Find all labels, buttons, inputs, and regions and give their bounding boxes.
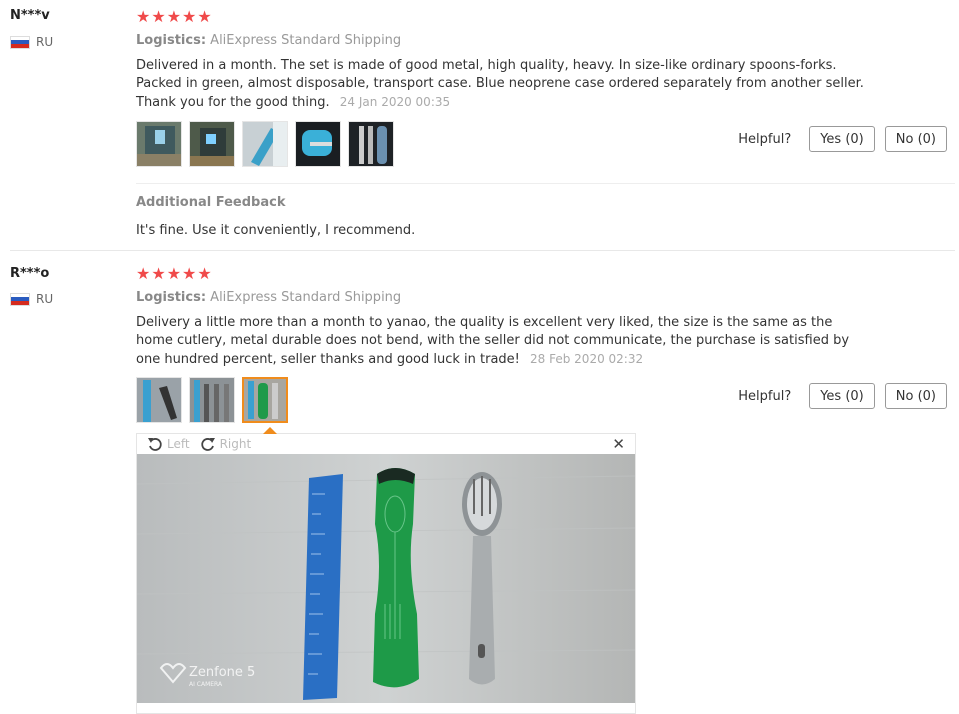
russia-flag-icon <box>10 292 30 306</box>
close-icon[interactable]: ✕ <box>612 435 625 453</box>
star-rating: ★★★★★ <box>136 7 213 26</box>
reviewer-name: N***v <box>10 8 50 23</box>
helpful-yes-button[interactable]: Yes (0) <box>809 126 875 152</box>
review-photos <box>136 377 288 423</box>
rotate-left-label: Left <box>167 437 190 451</box>
helpful-yes-button[interactable]: Yes (0) <box>809 383 875 409</box>
additional-feedback-text: It's fine. Use it conveniently, I recomm… <box>136 223 416 238</box>
additional-feedback-title: Additional Feedback <box>136 195 286 210</box>
logistics-label: Logistics: <box>136 290 207 305</box>
review-date: 28 Feb 2020 02:32 <box>530 352 644 366</box>
reviewer-country: RU <box>10 35 53 49</box>
helpful-no-button[interactable]: No (0) <box>884 383 947 409</box>
review-body: Delivery a little more than a month to y… <box>136 315 850 367</box>
viewer-pointer <box>263 427 277 434</box>
viewer-toolbar: Left Right ✕ <box>137 434 635 454</box>
rotate-left-icon <box>148 438 162 451</box>
reviewer-name: R***o <box>10 266 50 281</box>
review-text: Delivered in a month. The set is made of… <box>136 57 866 112</box>
helpful-no-button[interactable]: No (0) <box>884 126 947 152</box>
review-photo-thumb[interactable] <box>189 377 235 423</box>
country-code: RU <box>36 292 54 306</box>
review-photo-thumb[interactable] <box>295 121 341 167</box>
logistics-value: AliExpress Standard Shipping <box>210 33 402 48</box>
russia-flag-icon <box>10 35 30 49</box>
logistics-label: Logistics: <box>136 33 207 48</box>
review-text: Delivery a little more than a month to y… <box>136 314 866 369</box>
svg-text:AI CAMERA: AI CAMERA <box>189 681 223 688</box>
review-photo-thumb[interactable] <box>189 121 235 167</box>
review-photo-thumb[interactable] <box>348 121 394 167</box>
review-date: 24 Jan 2020 00:35 <box>339 95 451 109</box>
review-photo-thumb[interactable] <box>136 121 182 167</box>
review-photo-thumb[interactable] <box>242 121 288 167</box>
logistics-value: AliExpress Standard Shipping <box>210 290 402 305</box>
review-photos <box>136 121 394 167</box>
helpful-vote: Helpful? Yes (0) No (0) <box>738 383 947 409</box>
enlarged-review-photo: Zenfone 5 AI CAMERA <box>136 454 636 703</box>
photo-viewer: Left Right ✕ Zenfone 5 AI CAMERA <box>136 427 636 714</box>
helpful-vote: Helpful? Yes (0) No (0) <box>738 126 947 152</box>
rotate-right-label: Right <box>219 437 252 451</box>
country-code: RU <box>36 35 54 49</box>
review-photo-thumb-selected[interactable] <box>242 377 288 423</box>
svg-text:Zenfone 5: Zenfone 5 <box>189 665 255 680</box>
rotate-right-icon <box>200 438 215 451</box>
rotate-right-button[interactable]: Right <box>200 436 252 452</box>
star-rating: ★★★★★ <box>136 264 213 283</box>
helpful-label: Helpful? <box>738 388 792 404</box>
helpful-label: Helpful? <box>738 131 792 147</box>
rotate-left-button[interactable]: Left <box>147 436 190 452</box>
review-item: N***v RU ★★★★★ Logistics: AliExpress Sta… <box>10 0 955 251</box>
logistics-info: Logistics: AliExpress Standard Shipping <box>136 33 401 48</box>
logistics-info: Logistics: AliExpress Standard Shipping <box>136 290 401 305</box>
reviewer-country: RU <box>10 292 53 306</box>
review-item: R***o RU ★★★★★ Logistics: AliExpress Sta… <box>10 251 955 714</box>
divider <box>136 183 955 184</box>
review-photo-thumb[interactable] <box>136 377 182 423</box>
review-body: Delivered in a month. The set is made of… <box>136 58 864 110</box>
